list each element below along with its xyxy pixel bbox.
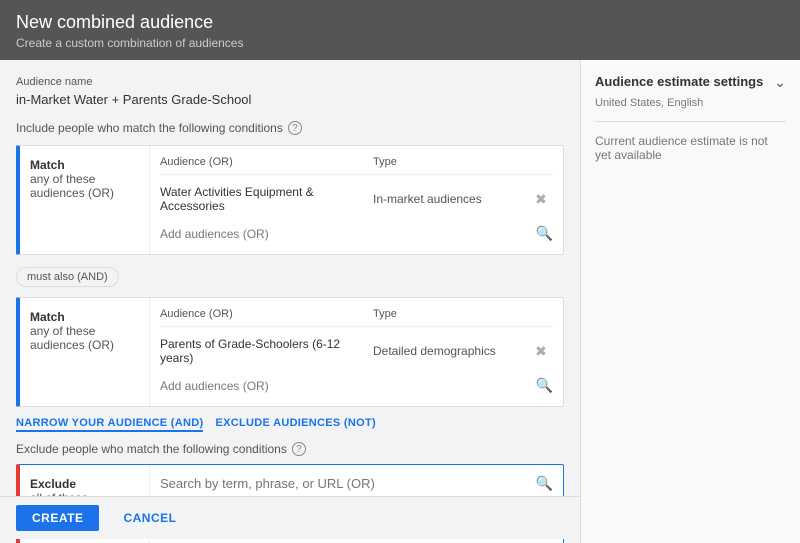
remove-row-2-icon[interactable]: ✖ [533,343,549,359]
page-title: New combined audience [16,12,784,33]
audience-table-2: Audience (OR) Type Parents of Grade-Scho… [150,298,563,406]
type-value-1: In-market audiences [373,192,533,206]
audience-value-2: Parents of Grade-Schoolers (6-12 years) [160,337,373,365]
search-input[interactable] [160,476,536,491]
narrow-audience-link[interactable]: NARROW YOUR AUDIENCE (AND) [16,417,203,432]
left-panel: Audience name in-Market Water + Parents … [0,60,580,543]
match-label-2: Match any of these audiences (OR) [20,298,150,406]
audience-name-value: in-Market Water + Parents Grade-School [16,92,564,107]
search-icon-3: 🔍 [536,475,553,492]
col-header-audience-1: Audience (OR) [160,156,373,168]
must-also-badge: must also (AND) [16,267,119,287]
col-header-type-2: Type [373,308,533,320]
right-panel-title: Audience estimate settings [595,74,763,89]
page-header: New combined audience Create a custom co… [0,0,800,60]
add-audiences-1[interactable]: Add audiences (OR) 🔍 [160,217,553,244]
audience-table-1: Audience (OR) Type Water Activities Equi… [150,146,563,254]
table-row: Water Activities Equipment & Accessories… [160,181,553,217]
include-label-text: Include people who match the following c… [16,121,283,135]
search-icon-1: 🔍 [536,225,553,242]
bottom-bar: CREATE CANCEL [0,496,580,539]
right-panel-note: Current audience estimate is not yet ava… [595,134,786,162]
table-row: Parents of Grade-Schoolers (6-12 years) … [160,333,553,369]
col-header-type-1: Type [373,156,533,168]
cancel-button[interactable]: CANCEL [111,505,188,531]
table-header-2: Audience (OR) Type [160,308,553,327]
condition-box-1: Match any of these audiences (OR) Audien… [16,145,564,255]
right-panel-divider [595,121,786,122]
col-header-audience-2: Audience (OR) [160,308,373,320]
table-header-1: Audience (OR) Type [160,156,553,175]
search-icon-2: 🔍 [536,377,553,394]
exclude-section-label: Exclude people who match the following c… [16,442,564,456]
right-panel-header: Audience estimate settings ⌄ [595,74,786,91]
right-panel: Audience estimate settings ⌄ United Stat… [580,60,800,543]
condition-box-2: Match any of these audiences (OR) Audien… [16,297,564,407]
audience-value-1: Water Activities Equipment & Accessories [160,185,373,213]
remove-row-1-icon[interactable]: ✖ [533,191,549,207]
exclude-info-icon[interactable]: ? [292,442,306,456]
type-value-2: Detailed demographics [373,344,533,358]
include-info-icon[interactable]: ? [288,121,302,135]
right-panel-subtitle: United States, English [595,97,786,109]
page-subtitle: Create a custom combination of audiences [16,36,784,50]
create-button[interactable]: CREATE [16,505,99,531]
exclude-audiences-link[interactable]: EXCLUDE AUDIENCES (NOT) [215,417,376,432]
audience-name-label: Audience name [16,76,564,88]
exclude-label-text: Exclude people who match the following c… [16,442,287,456]
chevron-down-icon[interactable]: ⌄ [774,74,786,91]
narrow-exclude-row: NARROW YOUR AUDIENCE (AND) EXCLUDE AUDIE… [16,417,564,432]
add-audiences-2[interactable]: Add audiences (OR) 🔍 [160,369,553,396]
match-label-1: Match any of these audiences (OR) [20,146,150,254]
search-input-row: 🔍 [160,475,553,498]
include-label: Include people who match the following c… [16,121,564,135]
